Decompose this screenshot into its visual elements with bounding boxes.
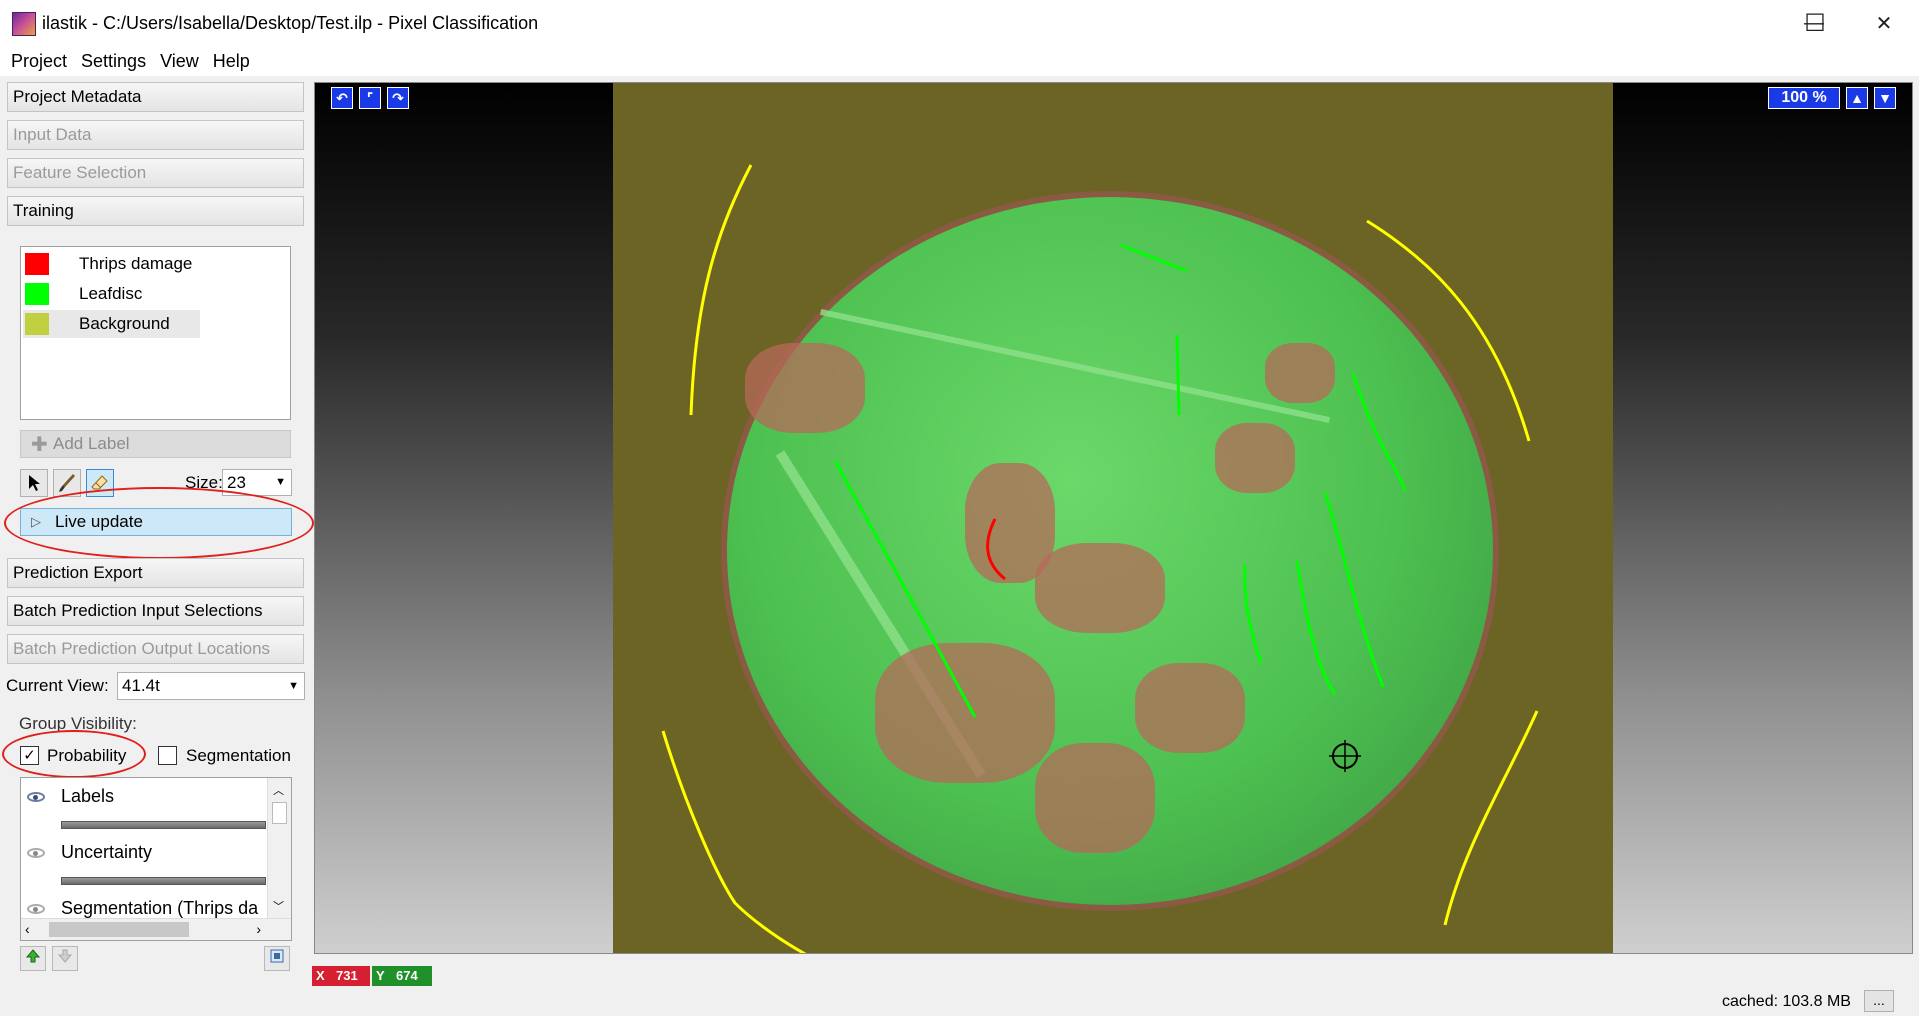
label-item-leafdisc[interactable]: Leafdisc (23, 280, 200, 308)
label-item-background[interactable]: Background (23, 310, 200, 338)
current-view-select[interactable]: 41.4t ▼ (117, 672, 305, 700)
applet-prediction-export[interactable]: Prediction Export (7, 558, 304, 588)
chevron-down-icon[interactable]: ﹀ (273, 898, 284, 914)
label-list[interactable]: Thrips damage Leafdisc Background (20, 246, 291, 420)
arrow-up-icon (25, 949, 41, 963)
pointer-tool-button[interactable] (20, 469, 48, 497)
menu-bar: Project Settings View Help (0, 46, 1919, 76)
label-color-swatch[interactable] (25, 283, 49, 305)
arrow-down-icon (57, 949, 73, 963)
brush-icon (59, 474, 75, 492)
ilastik-logo-icon (12, 12, 36, 36)
menu-help[interactable]: Help (206, 51, 257, 72)
chevron-right-icon[interactable]: › (256, 921, 261, 937)
home-view-button[interactable]: ⌜ (359, 87, 381, 109)
coord-y-value: 674 (390, 966, 432, 986)
annotation-ellipse-probability (2, 730, 146, 778)
eye-icon[interactable] (27, 792, 45, 802)
image-viewer[interactable]: ↶ ⌜ ↷ 100 % ▲ ▼ (314, 82, 1913, 954)
annotation-ellipse-live-update (4, 487, 314, 559)
scroll-thumb[interactable] (272, 802, 287, 824)
scroll-thumb[interactable] (49, 922, 189, 937)
layer-row-labels[interactable]: Labels (21, 778, 266, 834)
applet-batch-output[interactable]: Batch Prediction Output Locations (7, 634, 304, 664)
triangle-up-icon: ▲ (1850, 90, 1864, 106)
layer-list-horizontal-scrollbar[interactable]: ‹ › (21, 918, 291, 940)
layer-duplicate-button[interactable] (264, 946, 290, 971)
close-button[interactable]: ✕ (1849, 0, 1919, 46)
layer-name: Uncertainty (61, 842, 153, 862)
layer-opacity-slider[interactable] (61, 877, 266, 885)
duplicate-icon (270, 949, 284, 963)
layer-list-vertical-scrollbar[interactable]: ︿ ﹀ (267, 778, 291, 918)
menu-project[interactable]: Project (4, 51, 74, 72)
coord-x-value: 731 (332, 966, 370, 986)
label-name: Background (79, 314, 170, 333)
label-color-swatch[interactable] (25, 253, 49, 275)
plus-icon: ✚ (31, 434, 48, 456)
applet-input-data[interactable]: Input Data (7, 120, 304, 150)
eye-icon[interactable] (27, 904, 45, 914)
rotate-right-button[interactable]: ↷ (387, 87, 409, 109)
applet-batch-input[interactable]: Batch Prediction Input Selections (7, 596, 304, 626)
segmentation-checkbox[interactable] (158, 746, 177, 765)
layer-name: Labels (61, 786, 115, 806)
chevron-left-icon[interactable]: ‹ (25, 921, 30, 937)
more-button[interactable]: ... (1864, 990, 1894, 1012)
window-title: ilastik - C:/Users/Isabella/Desktop/Test… (42, 13, 539, 33)
title-bar: ilastik - C:/Users/Isabella/Desktop/Test… (0, 0, 1919, 46)
applet-project-metadata[interactable]: Project Metadata (7, 82, 304, 112)
label-color-swatch[interactable] (25, 313, 49, 335)
layer-list[interactable]: Labels Uncertainty Segmentation (Thrips … (20, 777, 292, 941)
layer-row-uncertainty[interactable]: Uncertainty (21, 834, 266, 890)
menu-settings[interactable]: Settings (74, 51, 153, 72)
current-view-label: Current View: (6, 676, 109, 695)
rotate-left-button[interactable]: ↶ (331, 87, 353, 109)
maximize-icon[interactable]: ☐ (1780, 0, 1850, 46)
zoom-level-display: 100 % (1768, 87, 1840, 109)
triangle-down-icon: ▼ (1878, 90, 1892, 106)
chevron-down-icon: ▼ (288, 680, 299, 692)
zoom-out-button[interactable]: ▼ (1874, 87, 1896, 109)
pointer-icon (29, 475, 40, 491)
eye-icon[interactable] (27, 848, 45, 858)
layer-up-button[interactable] (20, 946, 46, 971)
label-item-thrips-damage[interactable]: Thrips damage (23, 250, 200, 278)
segmentation-label: Segmentation (186, 746, 291, 765)
chevron-up-icon[interactable]: ︿ (273, 782, 284, 798)
chevron-down-icon: ▼ (275, 476, 286, 488)
applet-feature-selection[interactable]: Feature Selection (7, 158, 304, 188)
layer-name: Segmentation (Thrips da (61, 898, 259, 918)
menu-view[interactable]: View (153, 51, 206, 72)
coord-x-label: X (312, 966, 332, 986)
annotation-strokes (661, 164, 1539, 953)
applet-training[interactable]: Training (7, 196, 304, 226)
zoom-in-button[interactable]: ▲ (1846, 87, 1868, 109)
layer-opacity-slider[interactable] (61, 821, 266, 829)
layer-down-button[interactable] (52, 946, 78, 971)
coord-y-label: Y (372, 966, 390, 986)
cache-status: cached: 103.8 MB (1722, 993, 1851, 1010)
add-label-button[interactable]: ✚ Add Label (20, 430, 291, 458)
label-name: Thrips damage (79, 254, 193, 273)
label-name: Leafdisc (79, 284, 143, 303)
